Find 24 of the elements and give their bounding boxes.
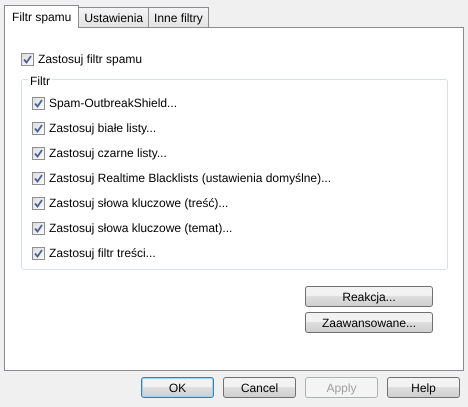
tab[interactable]: Inne filtry	[148, 7, 209, 27]
checkbox[interactable]	[32, 247, 45, 260]
checkbox[interactable]	[32, 222, 45, 235]
checkbox[interactable]	[32, 197, 45, 210]
tab[interactable]: Filtr spamu	[4, 5, 80, 28]
checkbox[interactable]	[32, 122, 45, 135]
checkbox[interactable]	[32, 172, 45, 185]
checkbox[interactable]	[21, 53, 34, 66]
checkbox[interactable]	[32, 147, 45, 160]
checkbox-label: Zastosuj słowa kluczowe (treść)...	[49, 196, 228, 211]
dialog-button[interactable]: Zaawansowane...	[305, 312, 433, 333]
dialog-button[interactable]: Reakcja...	[305, 286, 433, 307]
checkbox[interactable]	[32, 97, 45, 110]
checkbox-label: Spam-OutbreakShield...	[49, 96, 178, 111]
checkbox-label: Zastosuj czarne listy...	[49, 146, 167, 161]
checkbox-label: Zastosuj filtr treści...	[49, 246, 156, 261]
dialog-button[interactable]: Cancel	[223, 377, 296, 398]
checkbox-label: Zastosuj filtr spamu	[38, 52, 142, 67]
dialog-button[interactable]: Help	[387, 377, 460, 398]
checkbox-label: Zastosuj słowa kluczowe (temat)...	[49, 221, 232, 236]
checkbox-label: Zastosuj Realtime Blacklists (ustawienia domyślne)...	[49, 171, 332, 186]
dialog-button[interactable]: OK	[141, 377, 214, 398]
tab[interactable]: Ustawienia	[78, 7, 150, 27]
checkbox-label: Zastosuj białe listy...	[49, 121, 156, 136]
